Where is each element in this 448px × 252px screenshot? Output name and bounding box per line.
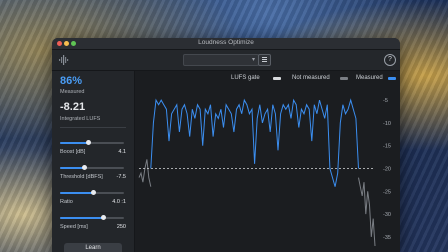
speed-slider-thumb[interactable] — [101, 215, 107, 220]
threshold-slider-fill — [60, 167, 85, 169]
threshold-value[interactable]: -7.5 — [117, 174, 126, 180]
speed-label: Speed [ms] — [60, 224, 88, 230]
y-tick-label: -15 — [383, 144, 391, 150]
menu-icon-line — [262, 59, 267, 60]
measured-series-line — [150, 98, 359, 187]
ratio-label: Ratio — [60, 199, 73, 205]
chevron-down-icon: ▾ — [251, 57, 255, 63]
ratio-slider-thumb[interactable] — [90, 190, 96, 195]
legend-lufs-gate-label: LUFS gate — [231, 75, 260, 81]
legend-not-measured-swatch — [340, 77, 348, 80]
not-measured-series-line — [138, 159, 152, 187]
title-bar[interactable]: Loudness Optimize — [52, 38, 400, 50]
integrated-lufs-value: -8.21 — [60, 101, 86, 113]
y-tick-label: -20 — [383, 167, 391, 173]
speed-slider-fill — [60, 217, 104, 219]
menu-icon — [262, 57, 267, 58]
threshold-label: Threshold [dBFS] — [60, 174, 103, 180]
ratio-slider-fill — [60, 192, 94, 194]
loudness-chart: -5 -10 -15 -20 -25 -30 -35 — [138, 98, 391, 247]
loudness-optimize-window: Loudness Optimize ▾ ? 86% Measured -8.21… — [52, 38, 400, 252]
loudness-graph: -5 -10 -15 -20 -25 -30 -35 LUFS gate Not measu… — [135, 71, 400, 252]
boost-slider-fill — [60, 142, 89, 144]
y-tick-label: -5 — [383, 98, 388, 104]
measured-percent: 86% — [60, 75, 83, 87]
help-button[interactable]: ? — [384, 54, 396, 66]
waveform-logo-icon — [59, 55, 69, 65]
integrated-lufs-label: Integrated LUFS — [60, 116, 101, 122]
boost-label: Boost [dB] — [60, 149, 86, 155]
not-measured-series-line — [358, 177, 376, 247]
legend-measured-label: Measured — [356, 75, 383, 81]
legend-not-measured-label: Not measured — [292, 75, 330, 81]
legend-measured-swatch — [388, 77, 396, 80]
y-tick-label: -35 — [383, 235, 391, 241]
y-tick-label: -25 — [383, 189, 391, 195]
threshold-slider-thumb[interactable] — [81, 165, 87, 170]
legend-lufs-gate-swatch — [273, 77, 281, 80]
boost-slider[interactable] — [60, 140, 124, 145]
control-panel: 86% Measured -8.21 Integrated LUFS Boost… — [52, 71, 135, 252]
y-tick-label: -10 — [383, 121, 391, 127]
ratio-slider[interactable] — [60, 190, 124, 195]
toolbar: ▾ ? — [52, 50, 400, 71]
menu-icon-line — [262, 61, 267, 62]
speed-value[interactable]: 250 — [117, 224, 126, 230]
y-tick-label: -30 — [383, 212, 391, 218]
window-title: Loudness Optimize — [198, 39, 254, 46]
ratio-value[interactable]: 4.0 :1 — [112, 199, 126, 205]
measured-label: Measured — [60, 89, 85, 95]
boost-slider-thumb[interactable] — [86, 140, 92, 145]
preset-dropdown[interactable]: ▾ — [183, 54, 259, 66]
preset-menu-button[interactable] — [258, 54, 271, 66]
speed-slider[interactable] — [60, 215, 124, 220]
boost-value[interactable]: 4.1 — [118, 149, 126, 155]
divider — [60, 127, 126, 128]
learn-button[interactable]: Learn — [64, 243, 122, 252]
threshold-slider[interactable] — [60, 165, 124, 170]
